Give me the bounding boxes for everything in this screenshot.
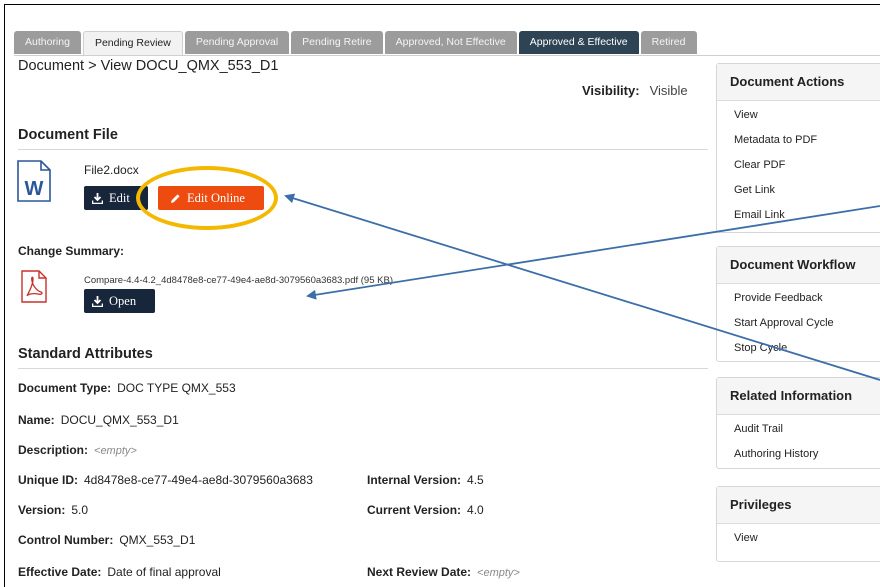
annotation-arrows [284,193,880,381]
arrow-to-change-summary [306,205,880,300]
arrow-to-edit-online [284,193,880,381]
